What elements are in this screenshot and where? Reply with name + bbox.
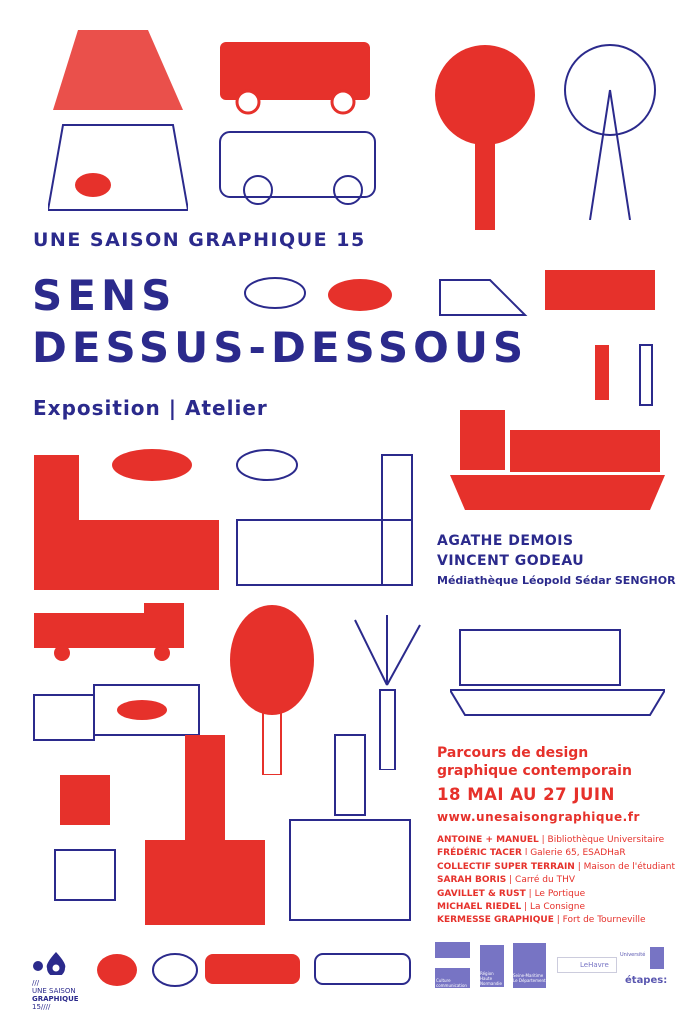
universite-label: Université: [620, 952, 646, 958]
exhibition-artist: ANTOINE + MANUEL: [437, 835, 539, 845]
subtitle: Exposition | Atelier: [33, 396, 268, 420]
tandem-bike-illustration: [219, 131, 376, 205]
separator: |: [506, 875, 516, 886]
partner-logo-region: Région Haute Normandie: [480, 945, 504, 987]
series-title: UNE SAISON GRAPHIQUE 15: [33, 229, 366, 251]
exhibition-item: COLLECTIF SUPER TERRAIN | Maison de l'ét…: [437, 861, 675, 874]
artist-1: AGATHE DEMOIS: [437, 533, 574, 549]
partner-logo-ministere: [435, 942, 470, 958]
program-line-2: graphique contemporain: [437, 763, 632, 779]
logo-line-4: 15////: [32, 1003, 51, 1011]
exhibition-item: MICHAEL RIEDEL | La Consigne: [437, 901, 675, 914]
tower-illustration: [145, 735, 265, 925]
partner-logo-universite: Université: [620, 947, 670, 969]
exhibition-venue: Bibliothèque Universitaire: [547, 835, 665, 845]
exhibition-venue: Le Portique: [534, 888, 586, 899]
exhibition-item: GAVILLET & RUST | Le Portique: [437, 888, 675, 901]
exhibition-artist: KERMESSE GRAPHIQUE: [437, 915, 554, 926]
logo-line-3: GRAPHIQUE: [32, 995, 79, 1003]
separator: |: [538, 835, 548, 845]
exhibition-item: ANTOINE + MANUEL | Bibliothèque Universi…: [437, 834, 675, 847]
exhibition-artist: MICHAEL RIEDEL: [437, 902, 522, 913]
separator: |: [521, 902, 530, 913]
exhibition-venue: La Consigne: [529, 902, 586, 913]
exhibition-venue: Carré du THV: [515, 875, 575, 886]
exhibition-item: KERMESSE GRAPHIQUE | Fort de Tourneville: [437, 914, 675, 927]
program-heading: Parcours de design graphique contemporai…: [437, 744, 632, 780]
partner-logo-culture: Culture communication: [435, 968, 470, 988]
title-line-1: SENS: [32, 271, 177, 320]
partner-logo-etapes: étapes:: [625, 975, 668, 986]
artists: AGATHE DEMOIS VINCENT GODEAU: [437, 531, 584, 571]
exhibition-venue: Fort de Tourneville: [562, 915, 646, 926]
exhibition-item: FRÉDÉRIC TACER l Galerie 65, ESADHaR: [437, 847, 675, 860]
website-link[interactable]: www.unesaisongraphique.fr: [437, 810, 640, 824]
separator: |: [553, 915, 563, 926]
exhibition-item: SARAH BORIS | Carré du THV: [437, 874, 675, 887]
exhibition-venue: Maison de l'étudiant: [583, 861, 675, 872]
bottom-illustrations: [97, 953, 411, 987]
artist-2: VINCENT GODEAU: [437, 553, 585, 569]
dates: 18 MAI AU 27 JUIN: [437, 785, 615, 804]
bus-illustration: [220, 42, 370, 115]
venue: Médiathèque Léopold Sédar SENGHOR: [437, 574, 676, 587]
separator: |: [574, 861, 584, 872]
container-ship-illustration: [450, 410, 665, 510]
partner-logo-departement: Seine-Maritime Le Département: [513, 943, 546, 988]
exhibition-artist: GAVILLET & RUST: [437, 888, 526, 899]
program-line-1: Parcours de design: [437, 745, 589, 761]
saison-logo: /// UNE SAISON GRAPHIQUE 15////: [32, 950, 92, 1011]
partner-logo-lehavre: LeHavre: [557, 957, 617, 973]
separator: l: [521, 848, 531, 859]
exhibition-list: ANTOINE + MANUEL | Bibliothèque Universi…: [437, 834, 675, 928]
drop-logo-icon: [33, 952, 66, 977]
logo-line-1: ///: [32, 979, 40, 987]
volcano-illustration: [48, 30, 188, 211]
exhibition-artist: SARAH BORIS: [437, 875, 507, 886]
separator: |: [525, 888, 535, 899]
forklift-illustration: [54, 775, 116, 901]
cloud-illustration: [112, 449, 192, 481]
main-title: SENS DESSUS-DESSOUS: [32, 270, 528, 374]
truck-illustration: [34, 603, 184, 661]
universite-u-mark: [650, 947, 664, 969]
ferris-wheel-illustration: [564, 44, 656, 220]
exhibition-artist: COLLECTIF SUPER TERRAIN: [437, 861, 575, 872]
title-line-2: DESSUS-DESSOUS: [32, 323, 529, 372]
tree-illustration: [435, 45, 535, 230]
church-acrobats-illustration: [289, 734, 411, 921]
exhibition-venue: Galerie 65, ESADHaR: [530, 848, 626, 859]
logo-line-2: UNE SAISON: [32, 987, 76, 995]
giraffe-scene-illustration: [236, 449, 413, 586]
boat-illustration: [450, 629, 665, 716]
exhibition-artist: FRÉDÉRIC TACER: [437, 848, 522, 859]
